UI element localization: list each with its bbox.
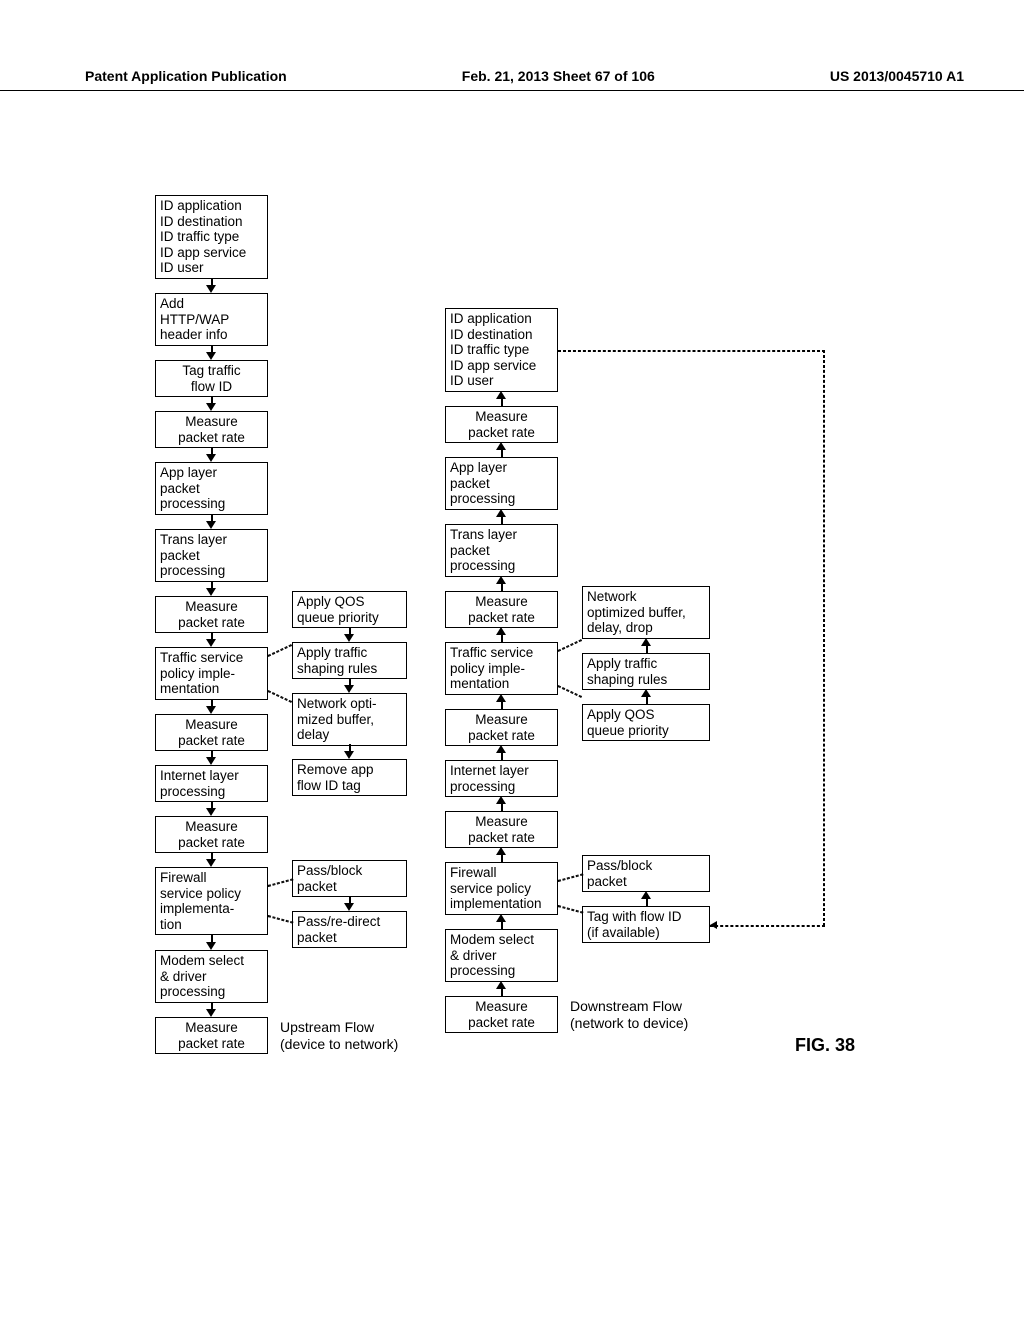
page-header: Patent Application Publication Feb. 21, … xyxy=(0,68,1024,91)
upstream-buffer-box: Network opti- mized buffer, delay xyxy=(292,693,407,746)
downstream-shaping-box: Apply traffic shaping rules xyxy=(582,653,710,690)
downstream-measure1-box: Measure packet rate xyxy=(445,406,558,443)
header-center: Feb. 21, 2013 Sheet 67 of 106 xyxy=(462,68,655,84)
upstream-applayer-box: App layer packet processing xyxy=(155,462,268,515)
downstream-internet-layer-box: Internet layer processing xyxy=(445,760,558,797)
upstream-redirect-box: Pass/re-direct packet xyxy=(292,911,407,948)
upstream-shaping-box: Apply traffic shaping rules xyxy=(292,642,407,679)
downstream-qos-box: Apply QOS queue priority xyxy=(582,704,710,741)
upstream-remove-tag-box: Remove app flow ID tag xyxy=(292,759,407,796)
upstream-internet-layer-box: Internet layer processing xyxy=(155,765,268,802)
upstream-tag-flowid-box: Tag traffic flow ID xyxy=(155,360,268,397)
header-left: Patent Application Publication xyxy=(85,68,287,84)
upstream-firewall-box: Firewall service policy implementa- tion xyxy=(155,867,268,935)
downstream-flow-label: Downstream Flow (network to device) xyxy=(570,998,688,1032)
upstream-measure1-box: Measure packet rate xyxy=(155,411,268,448)
upstream-measure3-box: Measure packet rate xyxy=(155,714,268,751)
upstream-qos-box: Apply QOS queue priority xyxy=(292,591,407,628)
downstream-id-box: ID application ID destination ID traffic… xyxy=(445,308,558,392)
downstream-translayer-box: Trans layer packet processing xyxy=(445,524,558,577)
upstream-add-header-box: Add HTTP/WAP header info xyxy=(155,293,268,346)
upstream-measure2-box: Measure packet rate xyxy=(155,596,268,633)
downstream-measure2-box: Measure packet rate xyxy=(445,591,558,628)
downstream-buffer-box: Network optimized buffer, delay, drop xyxy=(582,586,710,639)
upstream-id-box: ID application ID destination ID traffic… xyxy=(155,195,268,279)
downstream-tag-flowid-box: Tag with flow ID (if available) xyxy=(582,906,710,943)
downstream-measure3-box: Measure packet rate xyxy=(445,709,558,746)
downstream-traffic-policy-box: Traffic service policy imple- mentation xyxy=(445,642,558,695)
downstream-measure5-box: Measure packet rate xyxy=(445,996,558,1033)
upstream-translayer-box: Trans layer packet processing xyxy=(155,529,268,582)
upstream-passblock-box: Pass/block packet xyxy=(292,860,407,897)
downstream-firewall-box: Firewall service policy implementation xyxy=(445,862,558,915)
upstream-measure4-box: Measure packet rate xyxy=(155,816,268,853)
downstream-measure4-box: Measure packet rate xyxy=(445,811,558,848)
downstream-modem-box: Modem select & driver processing xyxy=(445,929,558,982)
upstream-modem-box: Modem select & driver processing xyxy=(155,950,268,1003)
downstream-passblock-box: Pass/block packet xyxy=(582,855,710,892)
figure-label: FIG. 38 xyxy=(795,1035,855,1056)
upstream-measure5-box: Measure packet rate xyxy=(155,1017,268,1054)
upstream-flow-label: Upstream Flow (device to network) xyxy=(280,1019,398,1053)
downstream-applayer-box: App layer packet processing xyxy=(445,457,558,510)
header-right: US 2013/0045710 A1 xyxy=(830,68,964,84)
upstream-traffic-policy-box: Traffic service policy imple- mentation xyxy=(155,647,268,700)
